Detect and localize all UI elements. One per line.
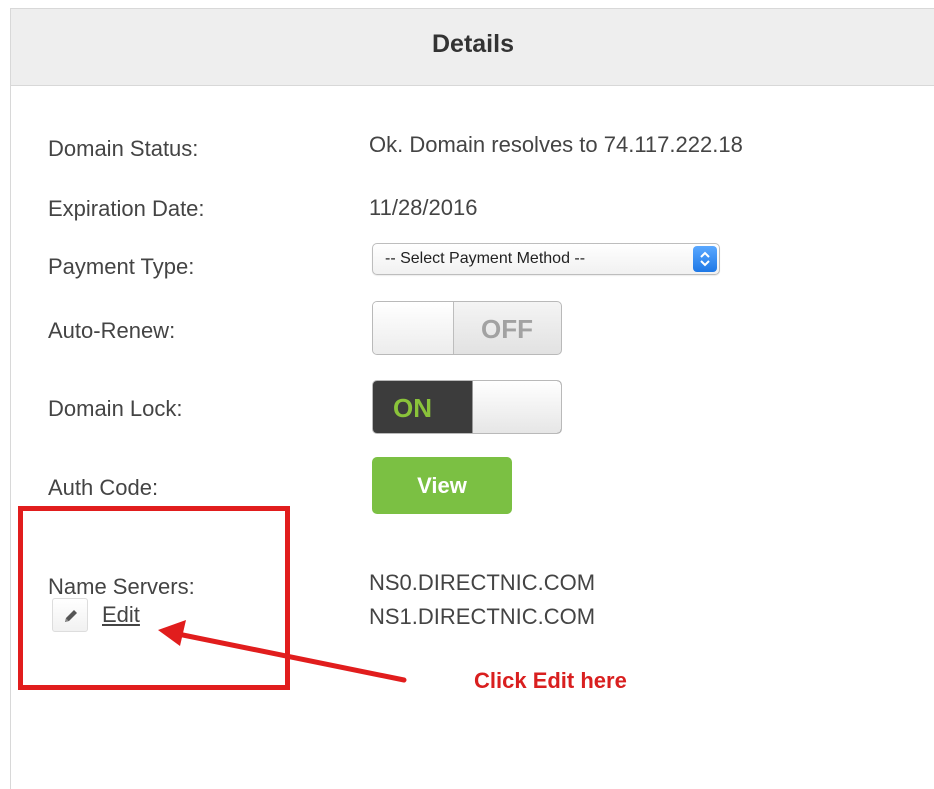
annotation-arrow bbox=[158, 620, 407, 683]
click-edit-note: Click Edit here bbox=[474, 668, 627, 693]
